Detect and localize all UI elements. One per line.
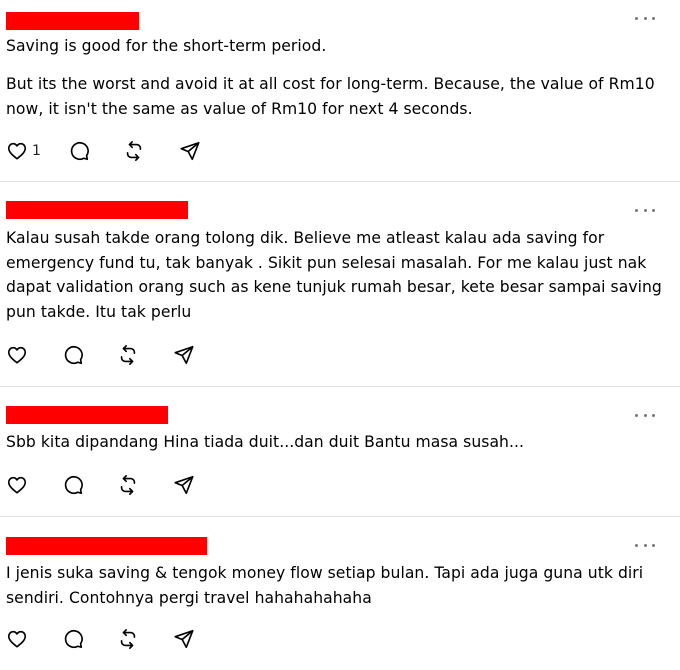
comment-icon (64, 629, 83, 649)
post-3: Sbb kita dipandang Hina tiada duit...dan… (0, 387, 680, 516)
repost-icon (126, 141, 142, 161)
repost-button[interactable] (117, 473, 173, 497)
post-actions: 1 (6, 139, 209, 163)
repost-button[interactable] (117, 627, 173, 651)
more-options-icon[interactable] (632, 12, 658, 24)
post-actions (6, 473, 203, 497)
repost-button[interactable] (123, 139, 179, 163)
like-button[interactable] (6, 473, 62, 497)
more-options-icon[interactable] (632, 539, 658, 551)
post-text: Sbb kita dipandang Hina tiada duit...dan… (6, 433, 525, 451)
comment-icon (64, 475, 83, 495)
repost-button[interactable] (117, 343, 173, 367)
send-icon (174, 629, 194, 649)
post-2: Kalau susah takde orang tolong dik. Beli… (0, 182, 680, 386)
comment-icon (64, 345, 83, 365)
post-text: Kalau susah takde orang tolong dik. Beli… (6, 229, 667, 321)
heart-icon (7, 476, 27, 494)
redacted-username (6, 406, 168, 424)
more-options-icon[interactable] (632, 204, 658, 216)
heart-icon (7, 630, 27, 648)
redacted-username (6, 201, 188, 219)
post-actions (6, 343, 203, 367)
share-button[interactable] (173, 473, 203, 497)
like-button[interactable] (6, 627, 62, 651)
share-button[interactable] (179, 139, 209, 163)
heart-icon (7, 346, 27, 364)
comment-button[interactable] (62, 627, 117, 651)
comment-icon (70, 141, 89, 161)
post-actions (6, 627, 203, 651)
share-button[interactable] (173, 627, 203, 651)
redacted-username (6, 537, 207, 555)
post-4: I jenis suka saving & tengok money flow … (0, 517, 680, 670)
send-icon (174, 345, 194, 365)
repost-icon (120, 475, 136, 495)
send-icon (174, 475, 194, 495)
redacted-username (6, 12, 139, 30)
heart-icon (7, 142, 27, 160)
post-text: I jenis suka saving & tengok money flow … (6, 564, 649, 607)
comment-button[interactable] (62, 343, 117, 367)
repost-icon (120, 629, 136, 649)
comment-button[interactable] (68, 139, 123, 163)
post-text: But its the worst and avoid it at all co… (6, 75, 660, 118)
comment-button[interactable] (62, 473, 117, 497)
post-text: Saving is good for the short-term period… (6, 37, 327, 55)
send-icon (180, 141, 200, 161)
like-count: 1 (32, 143, 41, 159)
repost-icon (120, 345, 136, 365)
more-options-icon[interactable] (632, 409, 658, 421)
share-button[interactable] (173, 343, 203, 367)
like-button[interactable] (6, 343, 62, 367)
post-1: Saving is good for the short-term period… (0, 0, 680, 181)
like-button[interactable]: 1 (6, 139, 68, 163)
